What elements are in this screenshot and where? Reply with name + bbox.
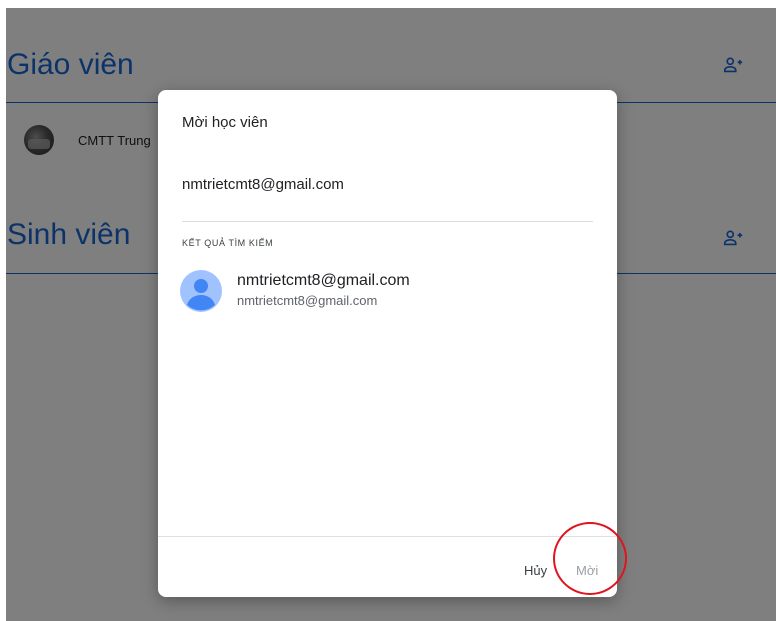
dialog-footer-divider (158, 536, 617, 537)
search-result-item[interactable]: nmtrietcmt8@gmail.com nmtrietcmt8@gmail.… (180, 270, 600, 314)
cancel-button[interactable]: Hủy (524, 563, 547, 578)
dialog-title: Mời học viên (182, 114, 268, 131)
default-avatar-icon (180, 270, 222, 312)
search-results-heading: KẾT QUẢ TÌM KIẾM (182, 238, 274, 248)
result-name: nmtrietcmt8@gmail.com (237, 272, 410, 289)
result-email: nmtrietcmt8@gmail.com (237, 293, 378, 308)
invite-email-input[interactable] (182, 176, 582, 193)
annotation-circle (553, 522, 627, 595)
invite-students-dialog: Mời học viên KẾT QUẢ TÌM KIẾM nmtrietcmt… (158, 90, 617, 597)
input-underline (182, 221, 593, 222)
